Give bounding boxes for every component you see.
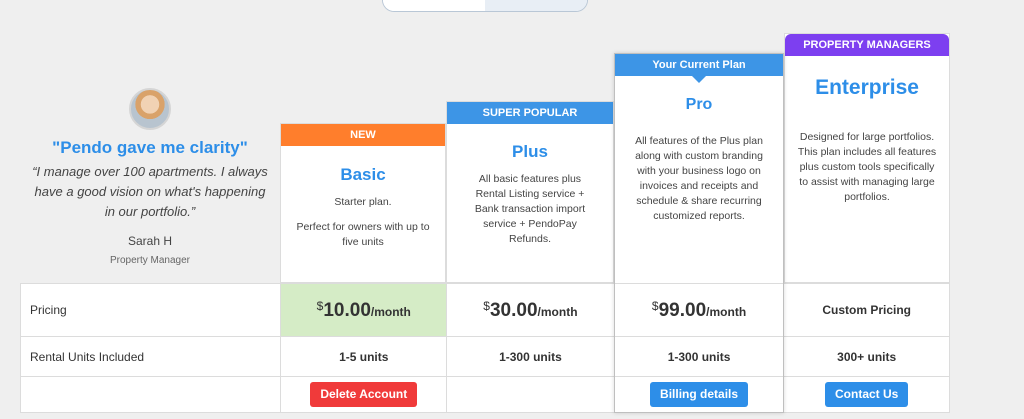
plan-desc-plus: All basic features plus Rental Listing s… (474, 173, 586, 245)
units-plus: 1-300 units (446, 337, 614, 376)
price-period: /month (537, 304, 578, 319)
delete-account-button[interactable]: Delete Account (310, 382, 418, 407)
row-label-pricing: Pricing (30, 303, 67, 317)
price-enterprise: Custom Pricing (783, 284, 949, 336)
plan-desc-enterprise: Designed for large portfolios. This plan… (797, 131, 937, 203)
testimonial: "Pendo gave me clarity" “I manage over 1… (22, 88, 278, 266)
plan-name-plus: Plus (512, 142, 548, 161)
plan-badge-plus: SUPER POPULAR (447, 102, 613, 124)
price-period: /month (370, 304, 411, 319)
plan-card-pro: Your Current Plan Pro All features of th… (614, 53, 784, 413)
row-label-units: Rental Units Included (30, 349, 145, 364)
price-value-plus: 30.00 (489, 299, 538, 321)
units-basic: 1-5 units (280, 337, 446, 376)
billing-period-toggle[interactable] (382, 0, 588, 12)
testimonial-title: "Pendo gave me clarity" (52, 138, 248, 157)
plan-name-enterprise: Enterprise (815, 76, 919, 99)
units-enterprise: 300+ units (783, 337, 949, 376)
row-label-actions (21, 377, 280, 412)
plan-desc-basic: Starter plan. (334, 196, 392, 208)
plan-card-basic: NEW Basic Starter plan. Perfect for owne… (280, 123, 446, 283)
toggle-option-left[interactable] (383, 0, 485, 11)
avatar (129, 88, 171, 130)
table-row-pricing: Pricing $10.00/month $30.00/month $99.00… (21, 284, 949, 336)
plan-desc-basic-detail: Perfect for owners with up to five units (296, 221, 430, 248)
testimonial-author: Sarah H (127, 234, 173, 248)
plan-name-basic: Basic (340, 165, 386, 184)
testimonial-quote: “I manage over 100 apartments. I always … (32, 164, 268, 219)
table-row-units: Rental Units Included 1-5 units 1-300 un… (21, 336, 949, 376)
currency-symbol: $ (483, 298, 490, 313)
toggle-option-right[interactable] (485, 0, 587, 11)
plan-comparison-table: Pricing $10.00/month $30.00/month $99.00… (20, 283, 950, 413)
plan-card-plus: SUPER POPULAR Plus All basic features pl… (446, 101, 614, 283)
testimonial-role: Property Manager (109, 255, 191, 266)
table-row-actions: Delete Account Billing details Contact U… (21, 376, 949, 412)
plan-badge-basic: NEW (281, 124, 445, 146)
price-plus: $30.00/month (446, 284, 614, 336)
action-cell-basic: Delete Account (280, 377, 446, 412)
contact-us-button[interactable]: Contact Us (825, 382, 909, 407)
plan-badge-pro: Your Current Plan (615, 54, 783, 83)
action-cell-enterprise: Contact Us (783, 377, 949, 412)
plan-badge-enterprise: PROPERTY MANAGERS (785, 34, 949, 56)
action-cell-plus (446, 377, 614, 412)
price-value-basic: 10.00 (323, 299, 371, 321)
plan-desc-pro: All features of the Plus plan along with… (635, 135, 763, 222)
price-basic: $10.00/month (280, 284, 447, 336)
plan-card-enterprise: PROPERTY MANAGERS Enterprise Designed fo… (784, 33, 950, 283)
